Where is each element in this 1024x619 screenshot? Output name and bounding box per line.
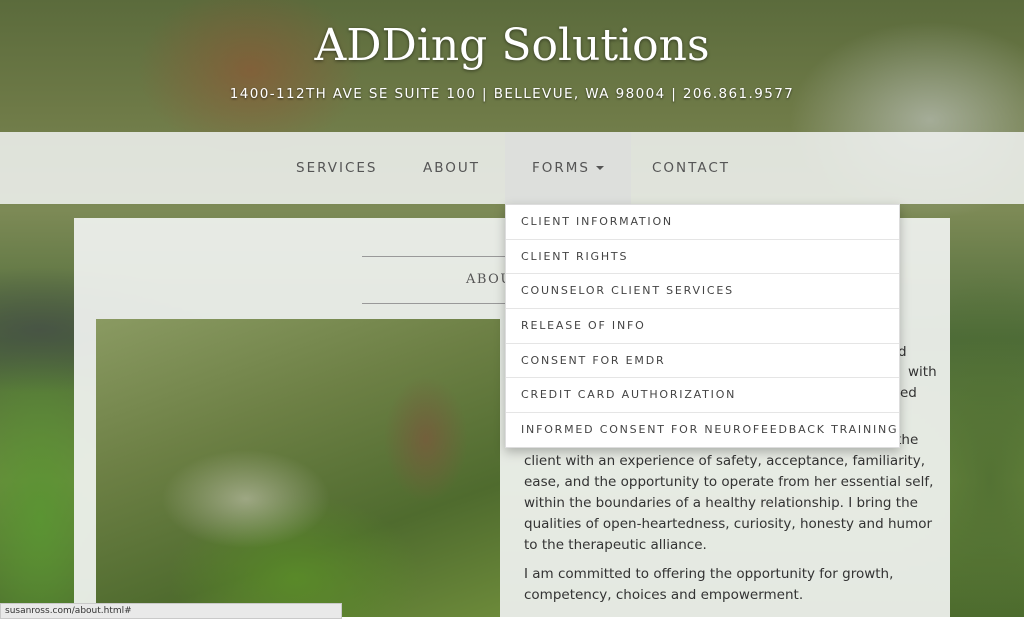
- nav-services[interactable]: SERVICES: [296, 132, 377, 204]
- menu-item-release-of-info[interactable]: RELEASE OF INFO: [506, 309, 899, 344]
- menu-item-neurofeedback-consent[interactable]: INFORMED CONSENT FOR NEUROFEEDBACK TRAIN…: [506, 413, 899, 447]
- forms-dropdown-menu: CLIENT INFORMATION CLIENT RIGHTS COUNSEL…: [505, 204, 900, 448]
- site-header: ADDing Solutions 1400-112TH AVE SE SUITE…: [0, 0, 1024, 132]
- caret-down-icon: [596, 166, 604, 170]
- paragraph: I am committed to offering the opportuni…: [524, 566, 894, 603]
- nav-forms-label: FORMS: [532, 160, 590, 176]
- partial-text-line: ed: [900, 385, 917, 401]
- main-navbar: SERVICES ABOUT FORMS CONTACT: [0, 132, 1024, 204]
- paragraph: The most essential elements of therapy a…: [524, 432, 934, 553]
- menu-item-credit-card-authorization[interactable]: CREDIT CARD AUTHORIZATION: [506, 378, 899, 414]
- menu-item-counselor-client-services[interactable]: COUNSELOR CLIENT SERVICES: [506, 274, 899, 310]
- willow-tree-photo: [96, 319, 500, 617]
- menu-item-consent-for-emdr[interactable]: CONSENT FOR EMDR: [506, 344, 899, 379]
- nav-forms[interactable]: FORMS: [505, 132, 631, 204]
- partial-text-line: with: [908, 364, 937, 380]
- about-text: The most essential elements of therapy a…: [524, 430, 934, 614]
- menu-item-client-information[interactable]: CLIENT INFORMATION: [506, 205, 899, 240]
- site-address: 1400-112TH AVE SE SUITE 100 | BELLEVUE, …: [229, 86, 795, 102]
- nav-about[interactable]: ABOUT: [423, 132, 480, 204]
- nav-contact[interactable]: CONTACT: [652, 132, 730, 204]
- menu-item-client-rights[interactable]: CLIENT RIGHTS: [506, 240, 899, 275]
- site-title[interactable]: ADDing Solutions: [0, 20, 1024, 71]
